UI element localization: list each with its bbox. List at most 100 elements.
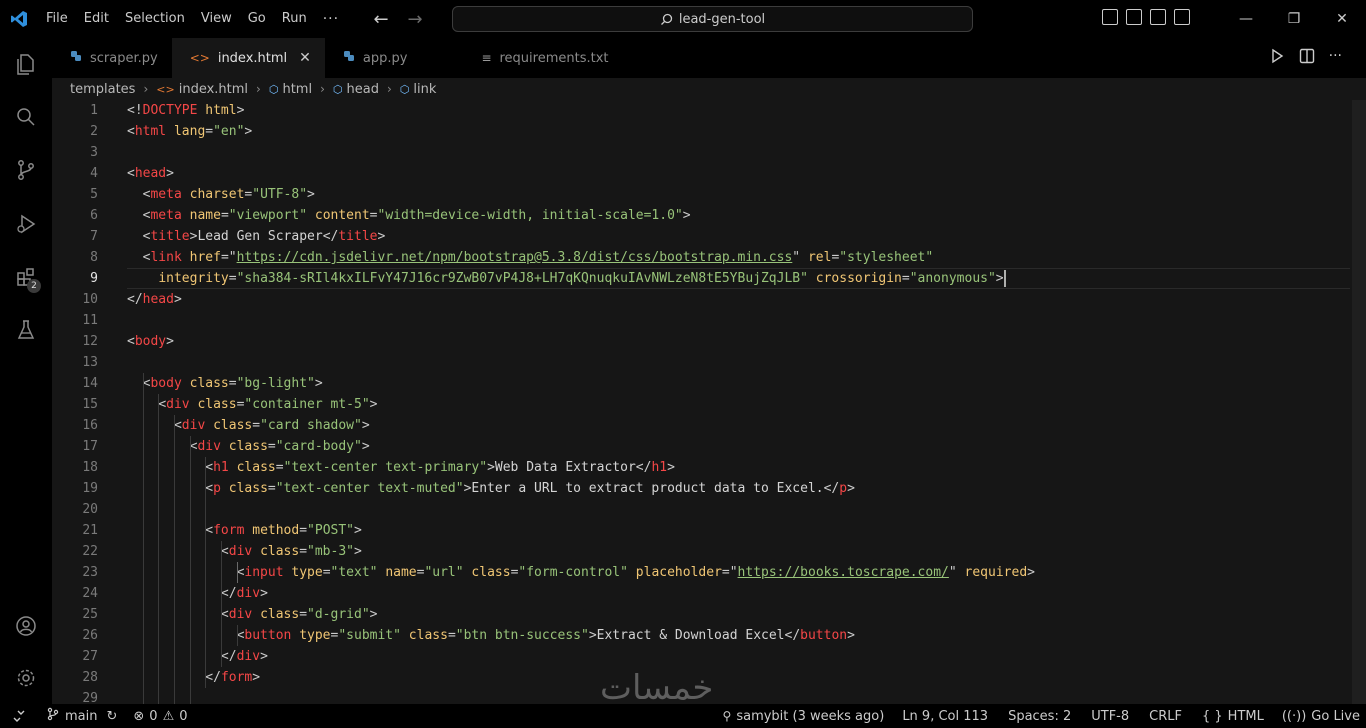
code-token: https://books.toscrape.com/ <box>737 565 949 580</box>
code-token: > <box>487 460 495 475</box>
tab-scraper-py[interactable]: scraper.py <box>52 38 172 78</box>
toggle-panel-icon[interactable] <box>1150 9 1166 25</box>
code-token: </ <box>205 670 221 685</box>
accounts-icon[interactable] <box>0 602 52 650</box>
code-token: div <box>236 586 261 601</box>
code-token: crossorigin <box>815 271 902 286</box>
breadcrumb-file[interactable]: index.html <box>179 82 248 97</box>
source-control-icon[interactable] <box>0 146 52 194</box>
menu-more-icon[interactable]: ··· <box>315 11 347 27</box>
file-encoding[interactable]: UTF-8 <box>1081 704 1139 728</box>
line-number: 2 <box>90 124 98 139</box>
git-branch[interactable]: main ↻ <box>38 704 125 728</box>
code-token: class <box>408 628 448 643</box>
breadcrumb-head[interactable]: head <box>347 82 379 97</box>
manage-gear-icon[interactable] <box>0 654 52 702</box>
tab-label: requirements.txt <box>499 50 609 66</box>
code-line[interactable]: <title>Lead Gen Scraper</title> <box>127 226 386 247</box>
more-actions-icon[interactable]: ··· <box>1329 48 1342 68</box>
code-line[interactable]: <body> <box>127 331 174 352</box>
code-line[interactable]: <meta charset="UTF-8"> <box>127 184 315 205</box>
code-editor[interactable]: 1 2 3 4 5 6 7 8 9 10 11 12 13 14 15 16 17 18 19 20 21 22 23 24 2… <box>52 100 1366 704</box>
menu-edit[interactable]: Edit <box>76 0 117 38</box>
code-line[interactable]: <link href="https://cdn.jsdelivr.net/npm… <box>127 247 934 268</box>
breadcrumb-folder[interactable]: templates <box>70 82 135 97</box>
element-symbol-icon: ⬡ <box>332 82 343 96</box>
code-line[interactable]: </head> <box>127 289 182 310</box>
code-line[interactable]: <div class="container mt-5"> <box>127 394 377 415</box>
git-blame[interactable]: ⚲ samybit (3 weeks ago) <box>715 704 893 728</box>
menu-selection[interactable]: Selection <box>117 0 193 38</box>
vertical-scrollbar[interactable] <box>1352 100 1366 704</box>
code-token: "stylesheet" <box>839 250 934 265</box>
code-token: placeholder <box>635 565 722 580</box>
code-line[interactable]: <!DOCTYPE html> <box>127 100 244 121</box>
menu-run[interactable]: Run <box>274 0 315 38</box>
scrollbar-thumb[interactable] <box>1352 100 1366 704</box>
code-line[interactable]: </div> <box>127 583 268 604</box>
remote-indicator-icon[interactable] <box>0 704 38 728</box>
menu-file[interactable]: File <box>38 0 76 38</box>
line-number: 29 <box>82 691 98 704</box>
toggle-primary-sidebar-icon[interactable] <box>1126 9 1142 25</box>
tab-index-html[interactable]: <> index.html ✕ <box>171 38 325 78</box>
code-line[interactable]: <body class="bg-light"> <box>127 373 323 394</box>
code-token: > <box>369 397 378 412</box>
back-arrow-icon[interactable]: ← <box>371 9 391 30</box>
line-number: 21 <box>82 523 98 538</box>
error-count: 0 <box>149 708 158 724</box>
code-line[interactable]: <meta name="viewport" content="width=dev… <box>127 205 691 226</box>
go-live-button[interactable]: ((·)) Go Live <box>1274 704 1366 728</box>
code-line[interactable]: <html lang="en"> <box>127 121 252 142</box>
indentation[interactable]: Spaces: 2 <box>998 704 1081 728</box>
forward-arrow-icon[interactable]: → <box>405 9 425 30</box>
code-token: Extract & Download Excel <box>596 628 785 643</box>
code-line[interactable]: <div class="mb-3"> <box>127 541 362 562</box>
code-token: body <box>150 376 182 391</box>
code-token: html <box>134 124 167 139</box>
sync-icon[interactable]: ↻ <box>106 709 117 724</box>
split-editor-icon[interactable] <box>1299 48 1315 68</box>
code-line[interactable]: <head> <box>127 163 174 184</box>
explorer-icon[interactable] <box>0 40 52 88</box>
testing-flask-icon[interactable] <box>0 306 52 354</box>
search-sidebar-icon[interactable] <box>0 93 52 141</box>
customize-layout-icon[interactable] <box>1102 9 1118 25</box>
code-line[interactable]: </form> <box>127 667 260 688</box>
code-line[interactable]: <input type="text" name="url" class="for… <box>127 562 1035 583</box>
restore-icon[interactable]: ❐ <box>1270 0 1318 38</box>
run-debug-icon[interactable] <box>0 200 52 248</box>
language-mode[interactable]: { } HTML <box>1192 704 1274 728</box>
toggle-secondary-sidebar-icon[interactable] <box>1174 9 1190 25</box>
code-content[interactable]: <!DOCTYPE html> <html lang="en"> <head> <m… <box>127 100 1347 704</box>
code-line[interactable]: <div class="d-grid"> <box>127 604 378 625</box>
code-token: "text-center text-muted" <box>275 481 464 496</box>
close-window-icon[interactable]: ✕ <box>1318 0 1366 38</box>
extensions-icon[interactable]: 2 <box>0 253 52 301</box>
code-line[interactable]: <div class="card-body"> <box>127 436 370 457</box>
problems-indicator[interactable]: ⊗ 0 ⚠ 0 <box>125 704 195 728</box>
code-line[interactable]: <div class="card shadow"> <box>127 415 370 436</box>
tab-requirements-txt[interactable]: ≡ requirements.txt <box>421 38 623 78</box>
run-file-icon[interactable] <box>1269 48 1285 68</box>
code-token: > <box>354 544 362 559</box>
breadcrumb-html[interactable]: html <box>282 82 312 97</box>
close-tab-icon[interactable]: ✕ <box>299 50 311 66</box>
line-endings[interactable]: CRLF <box>1139 704 1192 728</box>
tab-app-py[interactable]: app.py <box>324 38 422 78</box>
menu-view[interactable]: View <box>193 0 240 38</box>
code-line[interactable]: <p class="text-center text-muted">Enter … <box>127 478 855 499</box>
command-center-search[interactable]: lead-gen-tool <box>452 6 973 32</box>
menu-go[interactable]: Go <box>240 0 274 38</box>
code-line[interactable]: integrity="sha384-sRIl4kxILFvY47J16cr9Zw… <box>127 268 1006 289</box>
breadcrumb-link[interactable]: link <box>413 82 436 97</box>
code-line[interactable]: </div> <box>127 646 268 667</box>
cursor-position[interactable]: Ln 9, Col 113 <box>892 704 998 728</box>
code-line[interactable]: <form method="POST"> <box>127 520 362 541</box>
minimize-icon[interactable]: — <box>1222 0 1270 38</box>
code-token: = <box>299 607 308 622</box>
code-line[interactable]: <h1 class="text-center text-primary">Web… <box>127 457 675 478</box>
